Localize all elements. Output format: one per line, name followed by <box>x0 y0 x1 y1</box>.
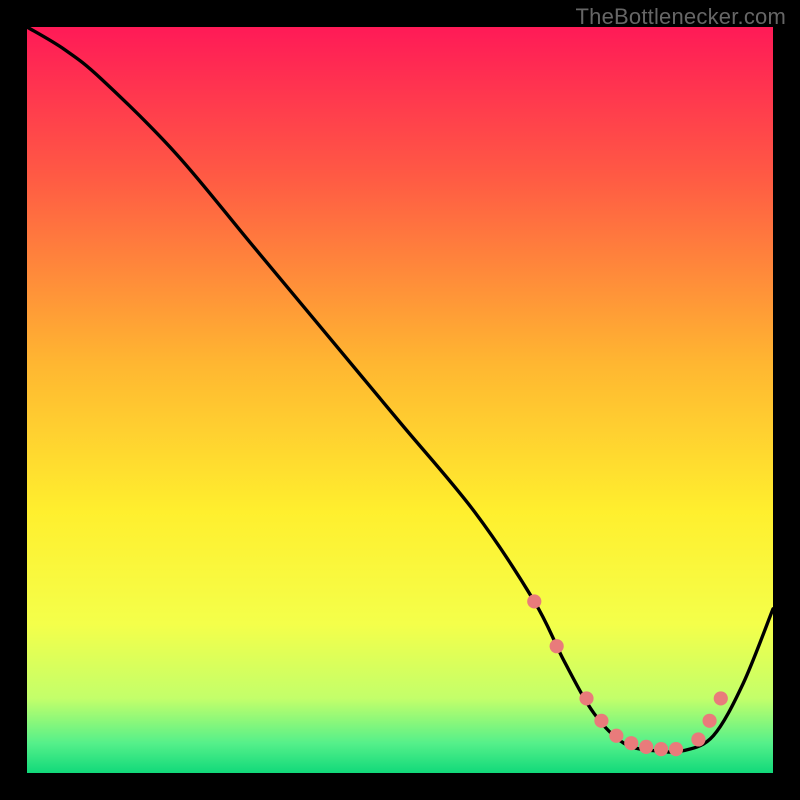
marker-dot <box>639 740 653 754</box>
marker-dots <box>27 27 773 773</box>
marker-dot <box>579 691 593 705</box>
chart-frame: TheBottlenecker.com <box>0 0 800 800</box>
marker-dot <box>669 742 683 756</box>
marker-dot <box>609 729 623 743</box>
marker-dot <box>714 691 728 705</box>
marker-dot <box>527 594 541 608</box>
marker-dot <box>691 732 705 746</box>
marker-dot <box>550 639 564 653</box>
marker-dot <box>624 736 638 750</box>
marker-dot <box>654 742 668 756</box>
plot-area <box>27 27 773 773</box>
marker-dot <box>594 714 608 728</box>
marker-dot <box>703 714 717 728</box>
